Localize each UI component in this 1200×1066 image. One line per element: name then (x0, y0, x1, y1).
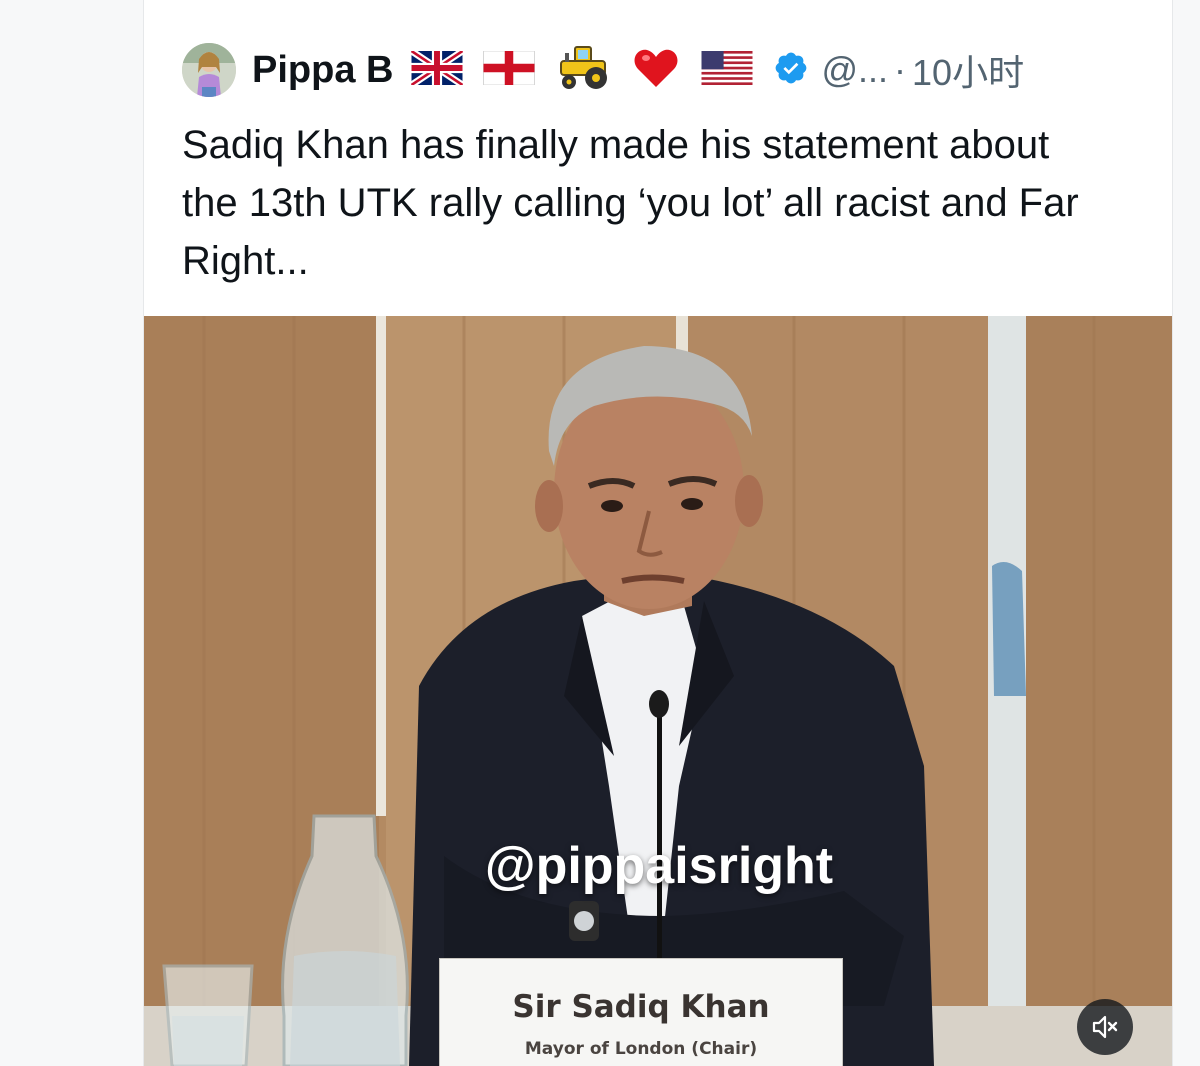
tweet-header: Pippa B @... · 10小时 (182, 40, 1024, 100)
mute-button[interactable] (1077, 999, 1133, 1055)
nameplate-role: Mayor of London (Chair) (524, 1039, 758, 1059)
tweet-card[interactable]: Pippa B @... · 10小时 Sadiq Khan has final… (143, 0, 1173, 1066)
separator-dot: · (894, 49, 907, 90)
nameplate-name: Sir Sadiq Khan (512, 989, 770, 1025)
tractor-icon (555, 45, 613, 96)
video-watermark: @pippaisright (484, 837, 834, 895)
verified-badge-icon[interactable] (773, 50, 809, 91)
red-heart-icon (633, 47, 679, 94)
speaker-muted-icon (1092, 1015, 1118, 1039)
display-name[interactable]: Pippa B (252, 49, 393, 92)
timestamp[interactable]: 10小时 (912, 44, 1024, 96)
avatar[interactable] (182, 43, 236, 97)
video-player[interactable]: @pippaisright Sir Sadiq Khan Mayor of Lo… (144, 316, 1172, 1066)
us-flag-icon (701, 50, 753, 90)
tweet-text: Sadiq Khan has finally made his statemen… (182, 123, 1079, 283)
avatar-image (182, 43, 236, 97)
england-flag-icon (483, 50, 536, 90)
uk-flag-icon (410, 47, 465, 90)
user-handle[interactable]: @... (821, 49, 888, 91)
video-frame (144, 316, 1172, 1066)
nameplate: Sir Sadiq Khan Mayor of London (Chair) (439, 958, 843, 1066)
